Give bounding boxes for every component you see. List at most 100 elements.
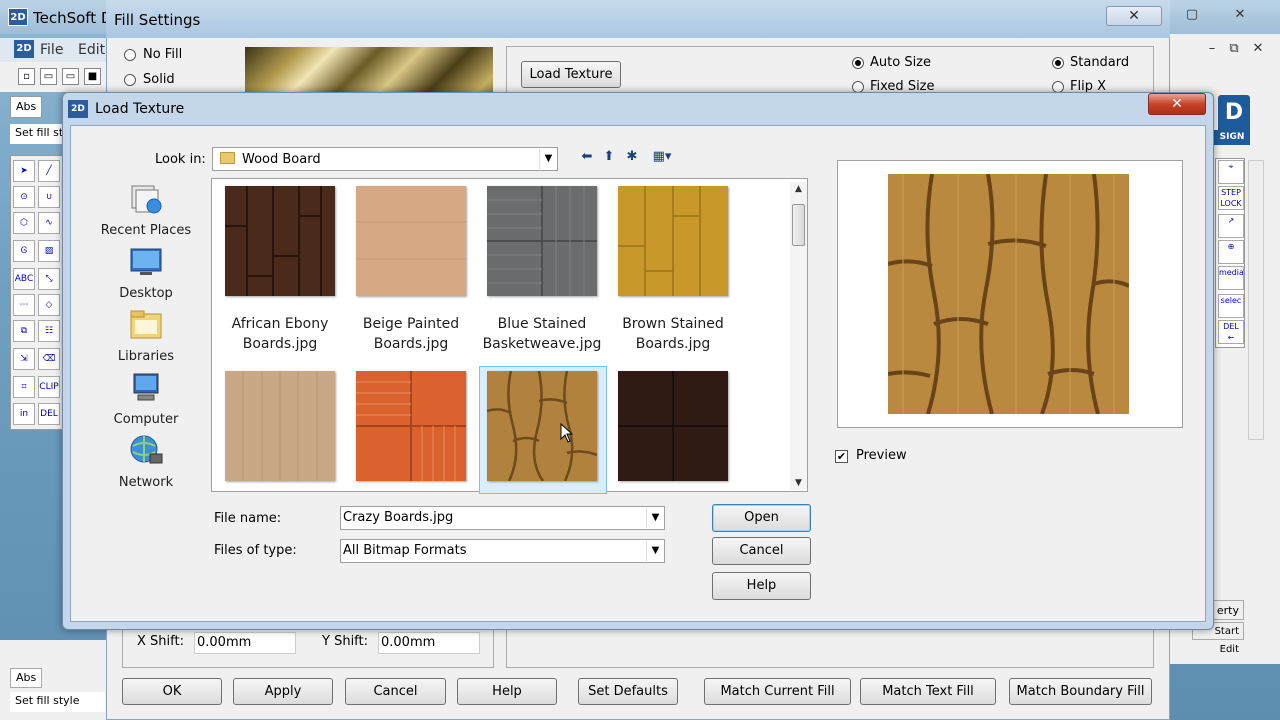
place-desktop[interactable]: Desktop	[100, 245, 192, 305]
media-icon[interactable]: media	[1218, 266, 1244, 290]
fill-settings-close-button[interactable]: ✕	[1106, 6, 1162, 26]
zoom-icon[interactable]: ⊕	[1218, 240, 1244, 264]
select-icon[interactable]: selec	[1218, 294, 1244, 318]
file-name-combo[interactable]: Crazy Boards.jpg ▼	[340, 506, 665, 530]
close-icon[interactable]: ✕	[1228, 6, 1252, 24]
computer-icon	[133, 373, 159, 401]
place-computer[interactable]: Computer	[100, 371, 192, 431]
folder-icon	[220, 152, 235, 164]
shape-tool-icon[interactable]: ◇	[38, 294, 60, 316]
spiral-tool-icon[interactable]: Ꮆ	[13, 240, 35, 262]
step-lock-icon[interactable]: STEP LOCK	[1218, 186, 1244, 210]
match-current-fill-button[interactable]: Match Current Fill	[704, 678, 851, 705]
y-shift-label: Y Shift:	[322, 634, 369, 649]
text-tool-icon[interactable]: ABC	[13, 268, 35, 290]
load-texture-close-button[interactable]: ✕	[1148, 93, 1206, 115]
open-folder-icon[interactable]: ▭	[40, 68, 57, 85]
move-tool-icon[interactable]: ⇲	[13, 348, 35, 370]
auto-size-radio[interactable]	[852, 57, 864, 69]
close-child-icon[interactable]: ✕	[1246, 40, 1270, 58]
file-name-dropdown-icon[interactable]: ▼	[646, 508, 664, 528]
file-thumbnail	[356, 371, 466, 481]
minimize-icon[interactable]: –	[1200, 40, 1224, 58]
no-fill-radio[interactable]	[124, 49, 136, 61]
curve-tool-icon[interactable]: ∿	[38, 212, 60, 234]
view-menu-icon[interactable]: ▦▾	[648, 149, 676, 165]
place-libraries[interactable]: Libraries	[100, 308, 192, 368]
file-thumbnail	[487, 186, 597, 296]
network-icon	[130, 435, 163, 464]
copy-tool-icon[interactable]: ⧉	[13, 320, 35, 342]
help-button[interactable]: Help	[712, 572, 811, 600]
back-icon[interactable]: ⬅	[578, 149, 596, 165]
delete-any-tool-icon[interactable]: DEL	[38, 403, 60, 425]
match-boundary-fill-button[interactable]: Match Boundary Fill	[1009, 678, 1152, 705]
clip-tool-icon[interactable]: CLIP	[38, 376, 60, 398]
scroll-up-icon[interactable]: ▲	[790, 182, 807, 196]
scroll-down-icon[interactable]: ▼	[790, 476, 807, 490]
y-shift-input[interactable]: 0.00mm	[378, 632, 480, 654]
fill-settings-title: Fill Settings	[114, 11, 201, 29]
open-button[interactable]: Open	[712, 504, 811, 532]
fill-cancel-button[interactable]: Cancel	[345, 678, 446, 705]
desktop-icon	[130, 248, 162, 275]
snap-tool-icon[interactable]: ⌖	[1218, 160, 1244, 184]
set-defaults-button[interactable]: Set Defaults	[578, 678, 678, 705]
up-folder-icon[interactable]: ⬆	[600, 149, 618, 165]
hatch-tool-icon[interactable]: ▨	[38, 240, 60, 262]
libraries-icon	[130, 310, 162, 339]
solid-label: Solid	[143, 72, 175, 87]
cancel-button[interactable]: Cancel	[712, 537, 811, 565]
save-icon[interactable]: ■	[84, 68, 101, 85]
design-logo-sub: SIGN	[1214, 130, 1250, 145]
fill-help-button[interactable]: Help	[457, 678, 557, 705]
abs-mode-box-bottom[interactable]: Abs	[10, 668, 42, 688]
scrollbar-thumb[interactable]	[792, 204, 805, 246]
polygon-tool-icon[interactable]: ⬡	[13, 212, 35, 234]
place-network[interactable]: Network	[100, 434, 192, 494]
circle-tool-icon[interactable]: ⊙	[13, 186, 35, 208]
standard-radio[interactable]	[1052, 57, 1064, 69]
open-file-icon[interactable]: ▭	[62, 68, 79, 85]
place-label: Computer	[113, 412, 179, 427]
new-file-icon[interactable]: ▫	[18, 68, 35, 85]
restore-icon[interactable]: ⧉	[1222, 40, 1246, 58]
trim-tool-icon[interactable]: ⌗	[13, 376, 35, 398]
load-texture-button[interactable]: Load Texture	[521, 61, 621, 88]
files-of-type-value: All Bitmap Formats	[343, 543, 467, 558]
apply-button[interactable]: Apply	[233, 678, 333, 705]
files-of-type-label: Files of type:	[214, 543, 297, 558]
maximize-icon[interactable]: ▢	[1180, 6, 1204, 24]
file-thumbnail	[356, 186, 466, 296]
ok-button[interactable]: OK	[122, 678, 222, 705]
delete-icon[interactable]: DEL ←	[1218, 320, 1244, 344]
place-label: Desktop	[119, 286, 173, 301]
insert-tool-icon[interactable]: in	[13, 403, 35, 425]
files-of-type-dropdown-icon[interactable]: ▼	[646, 541, 664, 561]
menu-file[interactable]: File	[40, 42, 63, 58]
dots-tool-icon[interactable]: ⋯	[13, 294, 35, 316]
preview-checkbox[interactable]: ✔	[835, 450, 848, 463]
select-arrow-icon[interactable]: ➤	[13, 160, 35, 182]
file-name-line1: Beige Painted	[362, 316, 460, 332]
x-shift-input[interactable]: 0.00mm	[194, 632, 296, 654]
solid-radio[interactable]	[124, 74, 136, 86]
file-thumbnail	[225, 186, 335, 296]
look-in-dropdown-icon[interactable]: ▼	[539, 149, 557, 169]
right-scrollbar[interactable]	[1248, 160, 1264, 440]
dimension-tool-icon[interactable]: ⤡	[38, 268, 60, 290]
grid-tool-icon[interactable]: ☷	[38, 320, 60, 342]
menu-edit[interactable]: Edit	[78, 42, 105, 58]
measure-tool-icon[interactable]: ↗	[1218, 214, 1244, 238]
new-folder-icon[interactable]: ✱	[623, 149, 641, 165]
eraser-tool-icon[interactable]: ⌫	[38, 348, 60, 370]
files-of-type-combo[interactable]: All Bitmap Formats ▼	[340, 539, 665, 563]
place-recent-places[interactable]: Recent Places	[100, 182, 192, 242]
file-list-scrollbar[interactable]: ▲ ▼	[790, 182, 807, 490]
match-text-fill-button[interactable]: Match Text Fill	[860, 678, 996, 705]
mouse-cursor-icon	[560, 423, 574, 443]
line-tool-icon[interactable]: ╱	[38, 160, 60, 182]
standard-label: Standard	[1070, 55, 1130, 70]
abs-mode-box[interactable]: Abs	[10, 96, 42, 118]
arc-tool-icon[interactable]: ∪	[38, 186, 60, 208]
